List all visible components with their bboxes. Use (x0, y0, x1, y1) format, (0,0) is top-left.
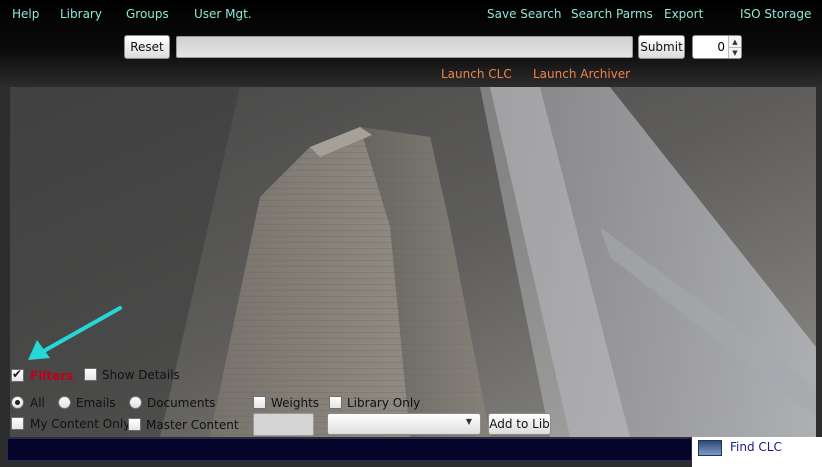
find-clc-area: Find CLC (692, 437, 822, 467)
arrow-annotation-icon (28, 306, 122, 360)
result-count-input[interactable] (694, 37, 727, 57)
weights-label: Weights (271, 396, 320, 410)
weights-checkbox[interactable] (253, 396, 266, 409)
library-only-label: Library Only (347, 396, 421, 410)
nav-save-search[interactable]: Save Search (487, 7, 562, 21)
launch-clc-link[interactable]: Launch CLC (441, 67, 512, 81)
my-content-only-checkbox[interactable] (11, 417, 24, 430)
nav-search-parms[interactable]: Search Parms (571, 7, 653, 21)
filters-checkbox[interactable] (11, 367, 24, 382)
library-select[interactable]: ▼ (327, 413, 481, 435)
chevron-down-icon: ▼ (465, 417, 472, 426)
filters-label: Filters (30, 369, 74, 383)
scope-all-label: All (30, 396, 45, 410)
master-content-label: Master Content (146, 418, 239, 432)
scope-documents-label: Documents (147, 396, 216, 410)
app-window: Help Library Groups User Mgt. Save Searc… (0, 0, 822, 467)
nav-export[interactable]: Export (664, 7, 703, 21)
search-input[interactable] (176, 36, 633, 58)
submit-button[interactable]: Submit (638, 35, 685, 59)
result-count-spinner[interactable]: ▲ ▼ (692, 35, 742, 59)
nav-iso-storage[interactable]: ISO Storage (740, 7, 811, 21)
master-content-checkbox[interactable] (128, 418, 141, 431)
nav-groups[interactable]: Groups (126, 7, 169, 21)
nav-user-mgt[interactable]: User Mgt. (194, 7, 252, 21)
background-image-panel (10, 87, 816, 437)
status-bar (7, 438, 692, 461)
find-clc-icon[interactable] (698, 440, 722, 456)
weights-input[interactable] (253, 413, 314, 436)
nav-help[interactable]: Help (12, 7, 39, 21)
skyscraper-image (10, 87, 816, 437)
find-clc-link[interactable]: Find CLC (730, 440, 782, 454)
show-details-checkbox[interactable] (84, 368, 97, 381)
scope-documents-radio[interactable] (129, 396, 142, 409)
scope-emails-label: Emails (76, 396, 116, 410)
spinner-down-icon[interactable]: ▼ (728, 47, 741, 58)
my-content-only-label: My Content Only (30, 417, 131, 431)
reset-button[interactable]: Reset (124, 35, 170, 59)
nav-library[interactable]: Library (60, 7, 102, 21)
scope-all-radio[interactable] (11, 396, 24, 409)
show-details-label: Show Details (102, 368, 180, 382)
launch-archiver-link[interactable]: Launch Archiver (533, 67, 630, 81)
scope-emails-radio[interactable] (58, 396, 71, 409)
add-to-lib-button[interactable]: Add to Lib (488, 413, 551, 435)
spinner-up-icon[interactable]: ▲ (728, 36, 741, 47)
library-only-checkbox[interactable] (329, 396, 342, 409)
